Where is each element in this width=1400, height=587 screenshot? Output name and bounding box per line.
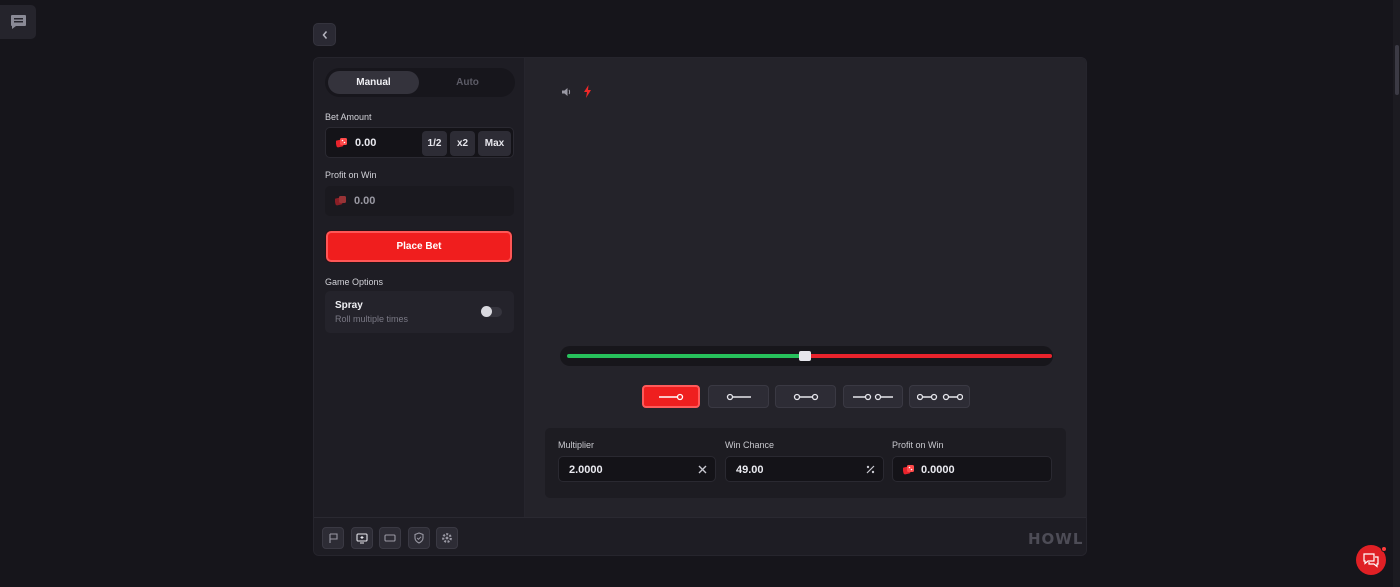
gear-icon [442, 533, 452, 543]
multiplier-value[interactable]: 2.0000 [569, 464, 603, 476]
theatre-mode-button[interactable] [379, 527, 401, 549]
between-mode-button[interactable] [775, 385, 836, 408]
double-bet-button[interactable]: x2 [450, 131, 475, 156]
support-chat-icon [1363, 552, 1379, 568]
fairness-button[interactable] [408, 527, 430, 549]
add-screen-button[interactable] [351, 527, 373, 549]
percent-icon [866, 465, 875, 474]
notification-dot [1381, 546, 1387, 552]
back-button[interactable] [313, 23, 336, 46]
add-screen-icon [356, 532, 368, 544]
flag-icon [328, 532, 338, 543]
win-chance-field[interactable]: 49.00 [725, 456, 884, 482]
dice-stage: Multiplier 2.0000 Win Chance 49.00 Profi… [525, 58, 1086, 517]
profit-on-win-value: 0.00 [354, 195, 376, 207]
bet-amount-label: Bet Amount [325, 112, 372, 122]
profit-on-win-label: Profit on Win [325, 170, 377, 180]
brand-logo: HOWL [1028, 530, 1084, 548]
settings-button[interactable] [436, 527, 458, 549]
profit-stat-value: 0.0000 [921, 464, 955, 476]
slider-thumb[interactable] [799, 351, 811, 361]
slider-win-segment [567, 354, 805, 358]
place-bet-button[interactable]: Place Bet [326, 231, 512, 262]
volume-icon[interactable] [561, 87, 572, 97]
tab-auto[interactable]: Auto [422, 71, 513, 94]
scrollbar-thumb[interactable] [1395, 45, 1399, 95]
slider-lose-segment [805, 354, 1052, 358]
outside-mode-button[interactable] [843, 385, 903, 408]
roll-over-mode-button[interactable] [642, 385, 700, 408]
profit-stat-field: 0.0000 [892, 456, 1052, 482]
lightning-icon[interactable] [583, 85, 592, 98]
toggle-knob [481, 306, 492, 317]
win-chance-label: Win Chance [725, 440, 775, 450]
win-chance-value[interactable]: 49.00 [736, 464, 764, 476]
game-footer: HOWL [314, 517, 1086, 555]
chat-icon [10, 15, 26, 29]
multiplier-field[interactable]: 2.0000 [558, 456, 716, 482]
dice-game-container: Manual Auto Bet Amount 0.00 1/2 x2 Max P… [313, 57, 1087, 556]
theatre-mode-icon [384, 534, 396, 542]
bet-amount-value[interactable]: 0.00 [355, 137, 376, 149]
shield-icon [414, 532, 424, 544]
between-icon [793, 393, 818, 400]
roll-under-icon [726, 393, 751, 400]
chevron-left-icon [322, 30, 327, 39]
half-bet-button[interactable]: 1/2 [422, 131, 447, 156]
spray-option: Spray Roll multiple times [325, 291, 514, 333]
spray-description: Roll multiple times [335, 314, 409, 324]
currency-icon [903, 465, 914, 475]
support-chat-button[interactable] [1356, 545, 1387, 575]
stage-icons [561, 85, 592, 98]
profit-on-win-field: 0.00 [325, 186, 514, 216]
mode-tabs: Manual Auto [325, 68, 515, 97]
roll-slider[interactable] [560, 346, 1053, 366]
tab-manual[interactable]: Manual [328, 71, 419, 94]
bet-amount-field[interactable]: 0.00 1/2 x2 Max [325, 127, 514, 158]
profit-stat-label: Profit on Win [892, 440, 944, 450]
currency-icon [335, 196, 346, 206]
chat-toggle-button[interactable] [0, 5, 36, 39]
double-between-mode-button[interactable] [909, 385, 970, 408]
max-bet-button[interactable]: Max [478, 131, 511, 156]
outside-icon [853, 393, 893, 400]
currency-icon [336, 138, 347, 148]
multiplier-label: Multiplier [558, 440, 595, 450]
bet-stats-panel: Multiplier 2.0000 Win Chance 49.00 Profi… [545, 428, 1066, 498]
roll-over-icon [659, 393, 684, 400]
spray-toggle[interactable] [481, 306, 502, 317]
spray-title: Spray [335, 300, 363, 311]
double-between-icon [916, 393, 963, 400]
bet-controls-panel: Manual Auto Bet Amount 0.00 1/2 x2 Max P… [314, 58, 525, 517]
roll-under-mode-button[interactable] [708, 385, 769, 408]
flag-button[interactable] [322, 527, 344, 549]
game-options-label: Game Options [325, 277, 384, 287]
multiply-icon [698, 465, 707, 474]
